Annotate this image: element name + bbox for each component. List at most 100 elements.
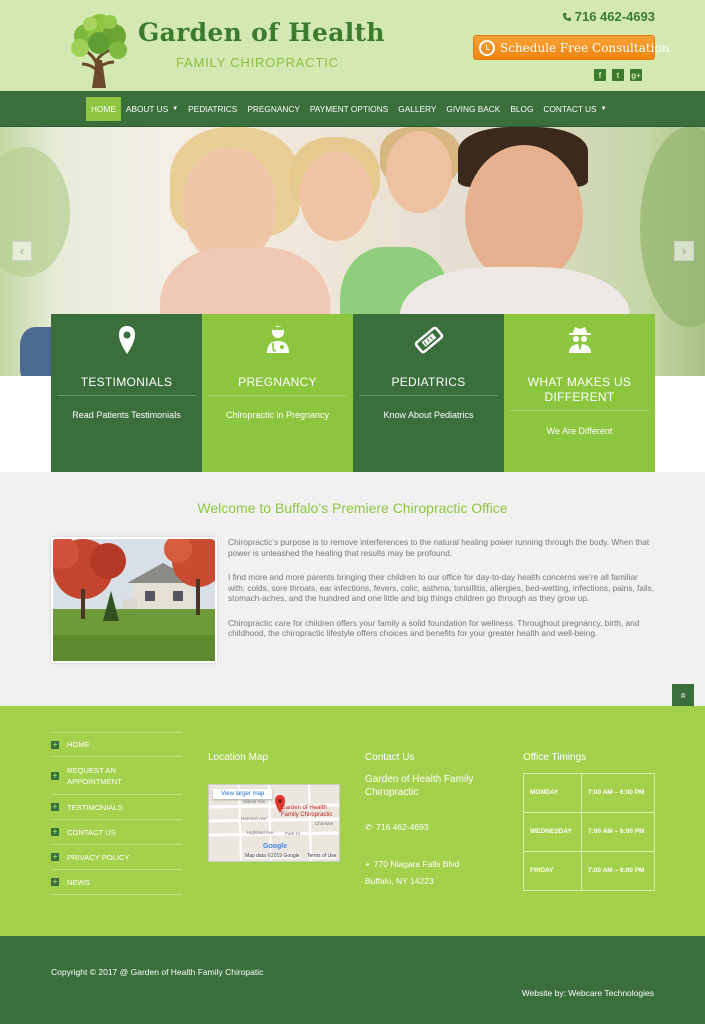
- map-street-label: Charlotte: [315, 821, 334, 826]
- footer-link-label: PRIVACY POLICY: [67, 852, 130, 862]
- footer-link-testimonials[interactable]: + TESTIMONIALS: [51, 795, 182, 820]
- ticket-icon: [353, 324, 504, 358]
- contact-business-name: Garden of Health Family Chiropractic: [365, 774, 474, 798]
- table-row: MONDAY 7:00 AM – 6:00 PM: [523, 773, 655, 813]
- slider-next-arrow[interactable]: ›: [674, 241, 694, 261]
- map-street-label: Harrison Ave: [241, 816, 267, 821]
- feature-box-different[interactable]: WHAT MAKES US DIFFERENT We Are Different: [504, 314, 655, 472]
- nav-item-contact-us[interactable]: CONTACT US ▼: [538, 97, 611, 121]
- map-pin-icon: [51, 324, 202, 358]
- google-plus-icon[interactable]: g+: [630, 69, 642, 81]
- welcome-paragraph: Chiropractic’s purpose is to remove inte…: [228, 537, 650, 558]
- footer-link-news[interactable]: + NEWS: [51, 870, 182, 895]
- nav-item-about-us[interactable]: ABOUT US ▼: [121, 97, 183, 121]
- plus-icon: +: [51, 877, 59, 886]
- plus-icon: +: [51, 802, 59, 811]
- chevron-up-icon: »: [677, 692, 689, 698]
- phone-icon: [562, 12, 571, 21]
- feature-divider: [359, 395, 498, 396]
- table-row: WEDNESDAY 7:00 AM – 6:00 PM: [523, 812, 655, 852]
- welcome-paragraph: I find more and more parents bringing th…: [228, 572, 655, 603]
- tree-logo-icon[interactable]: [66, 10, 132, 88]
- main-navigation: HOME ABOUT US ▼ PEDIATRICS PREGNANCY PAYM…: [0, 91, 705, 127]
- footer-link-home[interactable]: + HOME: [51, 732, 182, 757]
- feature-box-pregnancy[interactable]: PREGNANCY Chiropractic in Pregnancy: [202, 314, 353, 472]
- plus-icon: +: [51, 852, 59, 861]
- feature-link[interactable]: Chiropractic in Pregnancy: [202, 410, 353, 420]
- footer-link-label: TESTIMONIALS: [67, 802, 123, 812]
- map-pin-label: Garden of Health Family Chiropractic: [281, 805, 333, 818]
- nav-item-gallery[interactable]: GALLERY: [393, 97, 441, 121]
- facebook-icon[interactable]: f: [594, 69, 606, 81]
- feature-link[interactable]: We Are Different: [504, 426, 655, 436]
- schedule-consultation-button[interactable]: Schedule Free Consultation: [473, 35, 669, 60]
- contact-heading: Contact Us: [365, 752, 415, 763]
- nav-item-label: GALLERY: [398, 104, 437, 114]
- feature-title: WHAT MAKES US DIFFERENT: [527, 375, 632, 404]
- feature-divider: [510, 410, 649, 411]
- nav-item-pediatrics[interactable]: PEDIATRICS: [183, 97, 242, 121]
- view-larger-map-link[interactable]: View larger map: [213, 789, 273, 799]
- nav-item-home[interactable]: HOME: [86, 97, 121, 121]
- timing-hours: 7:00 AM – 6:00 PM: [581, 851, 655, 891]
- site-subtitle: FAMILY CHIROPRACTIC: [176, 55, 339, 70]
- contact-phone[interactable]: ✆ 716 462-4693: [365, 822, 429, 833]
- feature-link[interactable]: Know About Pediatrics: [353, 410, 504, 420]
- clock-icon: [479, 39, 495, 56]
- welcome-heading: Welcome to Buffalo’s Premiere Chiropract…: [197, 500, 508, 516]
- footer-link-label: NEWS: [67, 877, 90, 887]
- location-map[interactable]: View larger map Garden of Health Family …: [208, 784, 340, 862]
- feature-divider: [57, 395, 196, 396]
- slider-prev-arrow[interactable]: ‹: [12, 241, 32, 261]
- timing-day: WEDNESDAY: [523, 812, 582, 852]
- footer-link-label: REQUEST AN APPOINTMENT: [67, 765, 122, 786]
- doctor-icon: [202, 324, 353, 358]
- timing-hours: 7:00 AM – 6:00 PM: [581, 773, 655, 813]
- footer-link-request-appointment[interactable]: + REQUEST AN APPOINTMENT: [51, 757, 182, 795]
- nav-item-pregnancy[interactable]: PREGNANCY: [242, 97, 305, 121]
- copyright-text: Copyright © 2017 @ Garden of Health Fami…: [51, 967, 264, 977]
- footer-link-privacy-policy[interactable]: + PRIVACY POLICY: [51, 845, 182, 870]
- caret-down-icon: ▼: [172, 106, 179, 112]
- welcome-paragraph: Chiropractic care for children offers yo…: [228, 617, 640, 639]
- plus-icon: +: [51, 827, 59, 836]
- nav-item-payment-options[interactable]: PAYMENT OPTIONS: [305, 97, 393, 121]
- contact-phone-number: 716 462-4693: [376, 822, 429, 832]
- map-street-label: Park Dr: [285, 831, 301, 836]
- map-terms-link[interactable]: Terms of Use: [307, 853, 337, 859]
- timing-hours: 7:00 AM – 6:00 PM: [581, 812, 655, 852]
- site-header: Garden of Health FAMILY CHIROPRACTIC 716…: [0, 0, 705, 91]
- nav-item-giving-back[interactable]: GIVING BACK: [441, 97, 505, 121]
- footer-link-contact-us[interactable]: + CONTACT US: [51, 820, 182, 845]
- location-icon: ⌖: [365, 859, 370, 869]
- spy-icon: [504, 324, 655, 358]
- nav-item-label: CONTACT US: [543, 104, 597, 114]
- plus-icon: +: [51, 770, 59, 780]
- nav-item-label: HOME: [91, 104, 116, 114]
- feature-box-pediatrics[interactable]: PEDIATRICS Know About Pediatrics: [353, 314, 504, 472]
- schedule-consultation-label: Schedule Free Consultation: [500, 40, 670, 55]
- office-timings-heading: Office Timings: [523, 752, 587, 763]
- nav-item-label: GIVING BACK: [446, 104, 501, 114]
- office-photo: [51, 537, 217, 663]
- site-footer: + HOME + REQUEST AN APPOINTMENT + TESTIMONI…: [0, 706, 705, 936]
- plus-icon: +: [51, 739, 59, 749]
- contact-address-line1: ⌖ 770 Niagara Falls Blvd: [365, 859, 459, 870]
- nav-item-label: PAYMENT OPTIONS: [309, 104, 389, 114]
- site-title[interactable]: Garden of Health: [138, 18, 385, 47]
- feature-link[interactable]: Read Patients Testimonials: [51, 410, 202, 420]
- nav-item-label: PREGNANCY: [247, 104, 300, 114]
- map-street-label: Highland Ave: [247, 830, 274, 835]
- website-credit-link[interactable]: Website by: Webcare Technologies: [522, 988, 654, 998]
- twitter-icon[interactable]: t: [612, 69, 624, 81]
- nav-item-label: ABOUT US: [125, 104, 169, 114]
- header-phone[interactable]: 716 462-4693: [562, 9, 655, 24]
- map-street-label: Minnie Ave: [243, 799, 265, 804]
- table-row: FRIDAY 7:00 AM – 6:00 PM: [523, 851, 655, 891]
- back-to-top-button[interactable]: »: [672, 684, 694, 706]
- feature-box-testimonials[interactable]: TESTIMONIALS Read Patients Testimonials: [51, 314, 202, 472]
- google-logo: Google: [263, 843, 288, 850]
- feature-title: PEDIATRICS: [391, 375, 466, 389]
- nav-item-blog[interactable]: BLOG: [505, 97, 538, 121]
- office-timings-table: MONDAY 7:00 AM – 6:00 PM WEDNESDAY 7:00 …: [523, 773, 655, 891]
